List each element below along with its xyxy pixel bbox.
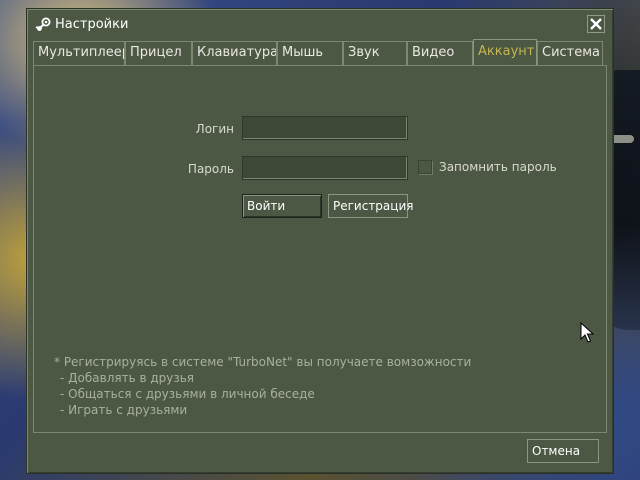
cancel-button[interactable]: Отмена	[527, 439, 599, 463]
tab-account[interactable]: Аккаунт	[473, 39, 537, 65]
info-line: - Добавлять в друзья	[60, 371, 195, 385]
mouse-cursor-icon	[580, 322, 594, 343]
steam-icon	[35, 17, 51, 31]
tab-sound[interactable]: Звук	[343, 41, 407, 65]
info-line: - Играть с друзьями	[60, 403, 188, 417]
password-label: Пароль	[187, 162, 234, 176]
login-input[interactable]	[242, 116, 408, 140]
tab-bar: Мультиплеер Прицел Клавиатура Мышь Звук …	[33, 39, 607, 65]
register-button[interactable]: Регистрация	[328, 194, 413, 218]
tab-keyboard[interactable]: Клавиатура	[192, 41, 277, 65]
turbonet-info: * Регистрируясь в системе "TurboNet" вы …	[54, 354, 471, 418]
screen: Настройки Мультиплеер Прицел Клавиатура …	[0, 0, 640, 480]
close-button[interactable]	[587, 15, 605, 33]
close-icon	[590, 18, 602, 30]
settings-dialog: Настройки Мультиплеер Прицел Клавиатура …	[26, 8, 614, 474]
tab-crosshair[interactable]: Прицел	[125, 41, 192, 65]
dialog-title: Настройки	[55, 17, 129, 32]
remember-password-label: Запомнить пароль	[439, 160, 557, 174]
account-panel: Логин Пароль Запомнить пароль Войти Реги…	[33, 65, 607, 433]
tab-mouse[interactable]: Мышь	[277, 41, 343, 65]
password-input[interactable]	[242, 156, 408, 180]
login-label: Логин	[195, 122, 234, 136]
info-line: * Регистрируясь в системе "TurboNet" вы …	[54, 355, 472, 369]
tab-system[interactable]: Система	[537, 41, 603, 65]
remember-password-checkbox[interactable]	[418, 160, 432, 174]
tab-multiplayer[interactable]: Мультиплеер	[33, 41, 125, 65]
title-bar[interactable]: Настройки	[27, 9, 613, 39]
login-button[interactable]: Войти	[242, 194, 322, 218]
tab-video[interactable]: Видео	[407, 41, 473, 65]
info-line: - Общаться с друзьями в личной беседе	[60, 387, 315, 401]
